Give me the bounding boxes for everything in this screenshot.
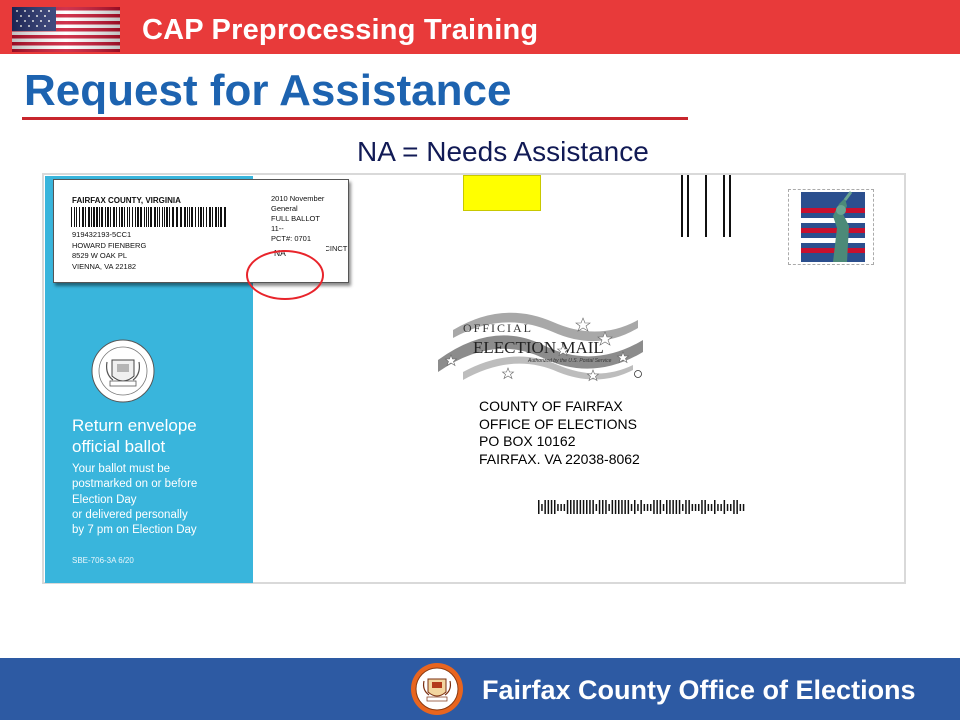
us-flag-icon [12, 7, 120, 52]
election-mail-line1: OFFICIAL [463, 321, 533, 335]
postage-stamp-icon [788, 189, 874, 265]
fim-bars [681, 175, 731, 237]
return-envelope: Return envelope official ballot Your bal… [42, 173, 906, 584]
bottom-banner: Fairfax County Office of Elections [0, 658, 960, 720]
title-underline [22, 117, 688, 120]
election-mail-line2: ELECTION MAIL [473, 338, 604, 357]
na-highlight-circle [246, 250, 324, 300]
county-seal-logo-icon [411, 663, 463, 715]
yellow-indicator-box [463, 175, 541, 211]
label-voter-address: 919432193-5CC1 HOWARD FIENBERG 8529 W OA… [72, 230, 147, 271]
official-election-mail-logo: OFFICIAL ELECTION MAIL Authorized by the… [438, 312, 643, 382]
election-mail-tagline: Authorized by the U.S. Postal Service [527, 358, 612, 364]
label-barcode [71, 207, 226, 227]
banner-title: CAP Preprocessing Training [142, 14, 539, 46]
return-instructions: Your ballot must be postmarked on or bef… [72, 463, 198, 537]
top-banner: CAP Preprocessing Training [0, 0, 960, 54]
return-envelope-title: Return envelope official ballot [72, 416, 197, 456]
postal-barcode [538, 500, 745, 514]
slide-subtitle: NA = Needs Assistance [357, 136, 649, 167]
mailing-address: COUNTY OF FAIRFAX OFFICE OF ELECTIONS PO… [479, 398, 640, 467]
label-county: FAIRFAX COUNTY, VIRGINIA [72, 196, 181, 205]
form-code: SBE-706-3A 6/20 [72, 556, 134, 565]
county-seal-icon [91, 339, 155, 403]
footer-org-name: Fairfax County Office of Elections [482, 675, 916, 705]
slide-title: Request for Assistance [24, 66, 512, 115]
